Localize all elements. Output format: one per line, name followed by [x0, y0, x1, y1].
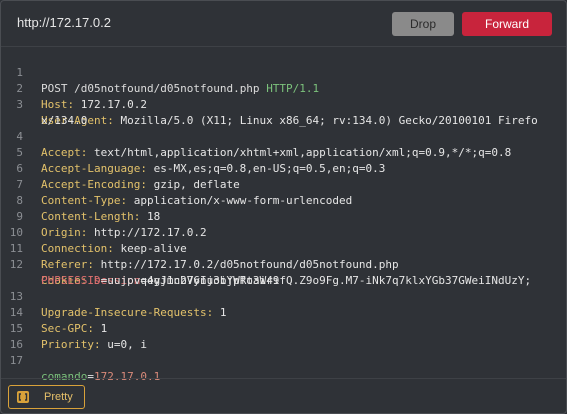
editor-line: 12 Cookie: session=eyJ1c2VyIjoiYWRtaW4if…: [1, 241, 566, 287]
editor-line: 4 Accept: text/html,application/xhtml+xm…: [1, 113, 566, 159]
pretty-label: Pretty: [44, 391, 73, 403]
editor-line: 13 Upgrade-Insecure-Requests: 1: [1, 273, 566, 319]
editor-line: 16: [1, 321, 566, 351]
body-param-value: 172.17.0.1: [93, 370, 161, 383]
pretty-toggle-button[interactable]: Pretty: [8, 385, 85, 409]
editor-line: 17 comando=172.17.0.1: [1, 337, 566, 383]
request-url: http://172.17.0.2: [17, 15, 111, 30]
editor-line: 8 Content-Length: 18: [1, 177, 566, 223]
editor-line: 7 Content-Type: application/x-www-form-u…: [1, 161, 566, 207]
editor-line: 2 Host: 172.17.0.2: [1, 65, 566, 111]
editor-line: 5 Accept-Language: es-MX,es;q=0.8,en-US;…: [1, 129, 566, 175]
forward-button[interactable]: Forward: [462, 12, 552, 36]
editor-line: 9 Origin: http://172.17.0.2: [1, 193, 566, 239]
editor-line-wrap: x/134.0: [1, 97, 566, 127]
intercept-panel: http://172.17.0.2 Drop Forward 1 POST /d…: [0, 0, 567, 414]
editor-line: 14 Sec-GPC: 1: [1, 289, 566, 335]
editor-line: 15 Priority: u=0, i: [1, 305, 566, 351]
editor-line: 3 User-Agent: Mozilla/5.0 (X11; Linux x8…: [1, 81, 566, 127]
editor-line: 11 Referer: http://172.17.0.2/d05notfoun…: [1, 225, 566, 271]
drop-button[interactable]: Drop: [392, 12, 454, 36]
request-header-bar: http://172.17.0.2 Drop Forward: [1, 1, 566, 47]
editor-line: 6 Accept-Encoding: gzip, deflate: [1, 145, 566, 191]
editor-line: 10 Connection: keep-alive: [1, 209, 566, 255]
editor-line-wrap: PHPSESSID=uujpvq4gjmnb76nu3bjpfo3ir9: [41, 274, 280, 287]
line-number: 17: [9, 354, 23, 367]
body-param-key: comando: [41, 370, 88, 383]
brackets-icon: [17, 391, 29, 403]
divider: [1, 378, 566, 379]
request-editor[interactable]: 1 POST /d05notfound/d05notfound.php HTTP…: [1, 47, 566, 383]
editor-line: 1 POST /d05notfound/d05notfound.php HTTP…: [1, 49, 566, 95]
